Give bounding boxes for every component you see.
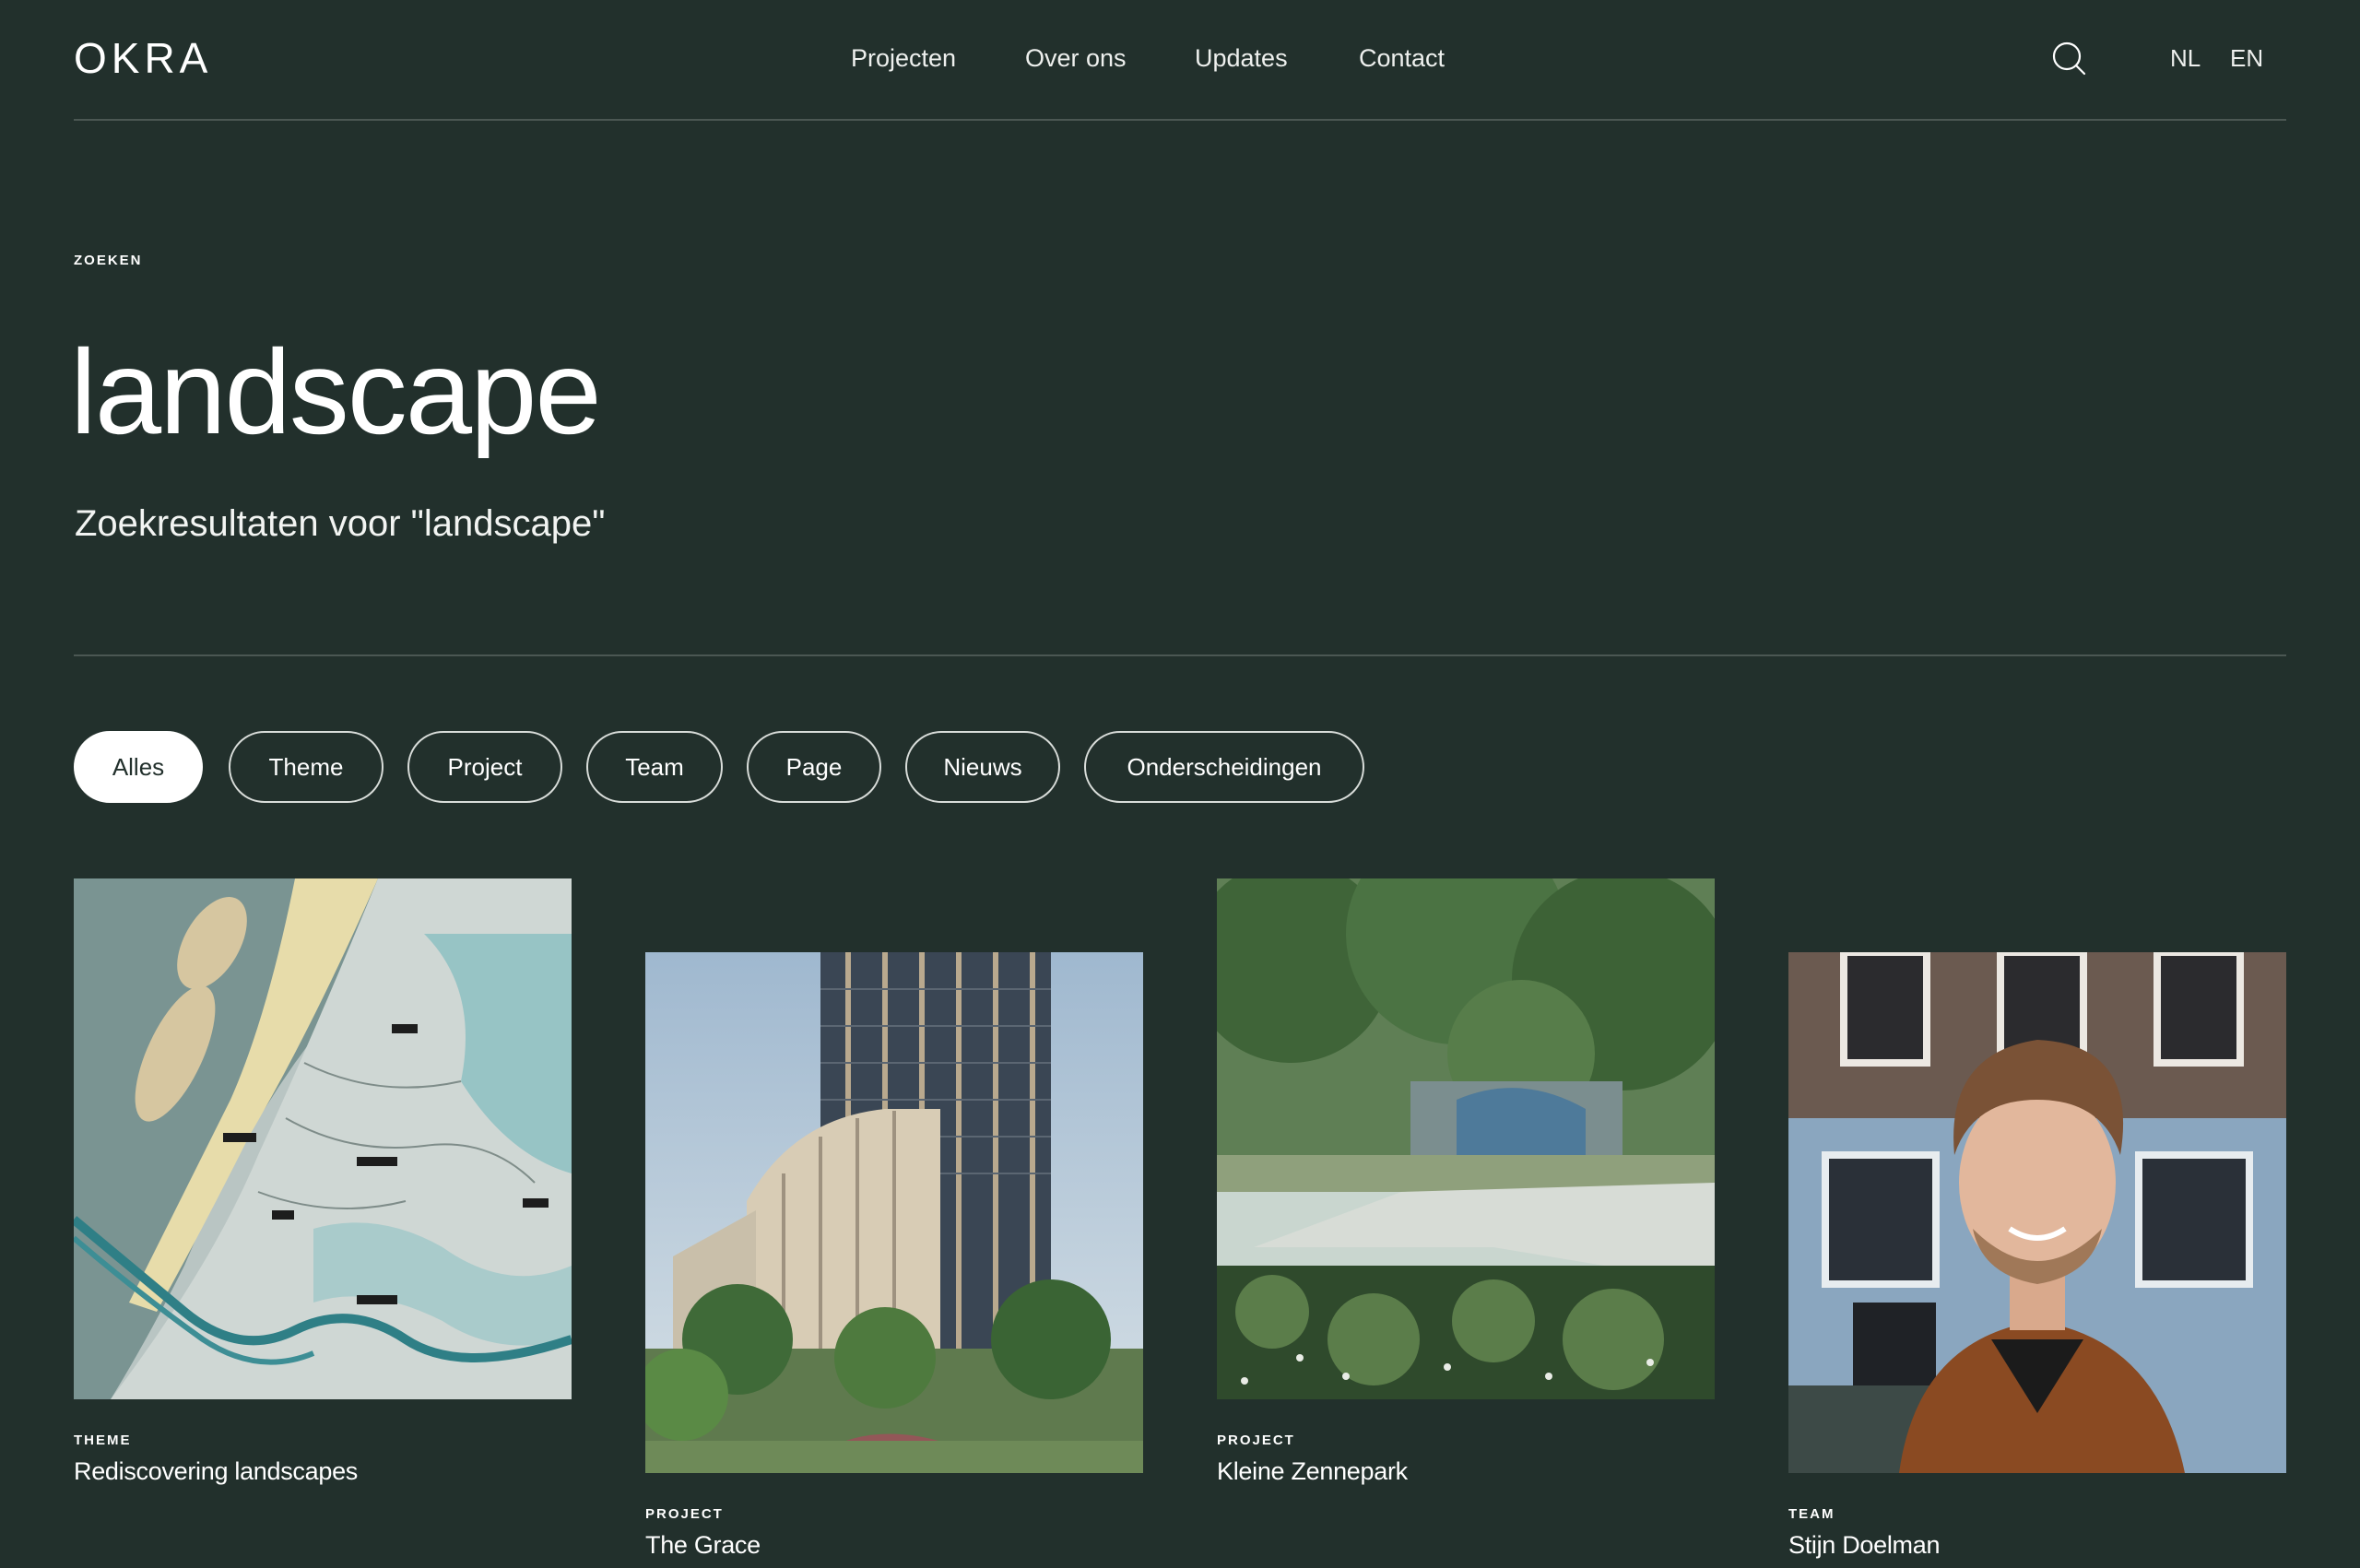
lang-nl-link[interactable]: NL (2170, 44, 2201, 73)
site-header: OKRA Projecten Over ons Updates Contact … (74, 0, 2286, 121)
result-title: Rediscovering landscapes (74, 1457, 358, 1485)
nav-item-updates[interactable]: Updates (1195, 44, 1288, 73)
result-title: Kleine Zennepark (1217, 1457, 1408, 1485)
nav-item-projecten[interactable]: Projecten (851, 44, 956, 73)
result-type: PROJECT (1217, 1432, 1295, 1448)
result-type: TEAM (1788, 1506, 1835, 1522)
filter-onderscheidingen[interactable]: Onderscheidingen (1084, 731, 1364, 803)
page-kicker: ZOEKEN (74, 253, 143, 268)
filter-team[interactable]: Team (586, 731, 723, 803)
search-button[interactable] (2051, 41, 2088, 77)
portrait-photo-image (1788, 952, 2286, 1473)
nav-item-contact[interactable]: Contact (1359, 44, 1445, 73)
filter-alles[interactable]: Alles (74, 731, 203, 803)
tower-rendering-image (645, 952, 1143, 1473)
result-title: Stijn Doelman (1788, 1531, 1941, 1559)
lang-en-link[interactable]: EN (2230, 44, 2263, 73)
result-card-stijn-doelman[interactable]: TEAM Stijn Doelman (1788, 952, 2286, 1560)
page-subtitle: Zoekresultaten voor "landscape" (75, 503, 606, 544)
page-title: landscape (70, 324, 602, 459)
search-icon (2052, 41, 2086, 76)
nav-item-over-ons[interactable]: Over ons (1025, 44, 1127, 73)
result-type: THEME (74, 1432, 132, 1448)
result-card-rediscovering-landscapes[interactable]: THEME Rediscovering landscapes (74, 878, 572, 1486)
filter-nieuws[interactable]: Nieuws (905, 731, 1060, 803)
divider (74, 654, 2286, 656)
result-title: The Grace (645, 1531, 761, 1559)
result-card-kleine-zennepark[interactable]: PROJECT Kleine Zennepark (1217, 878, 1715, 1486)
main-nav: Projecten Over ons Updates Contact (74, 44, 2286, 81)
result-card-the-grace[interactable]: PROJECT The Grace (645, 952, 1143, 1560)
filter-theme[interactable]: Theme (229, 731, 384, 803)
map-illustration-image (74, 878, 572, 1399)
park-rendering-image (1217, 878, 1715, 1399)
result-type: PROJECT (645, 1506, 724, 1522)
filter-project[interactable]: Project (407, 731, 562, 803)
filter-page[interactable]: Page (747, 731, 881, 803)
